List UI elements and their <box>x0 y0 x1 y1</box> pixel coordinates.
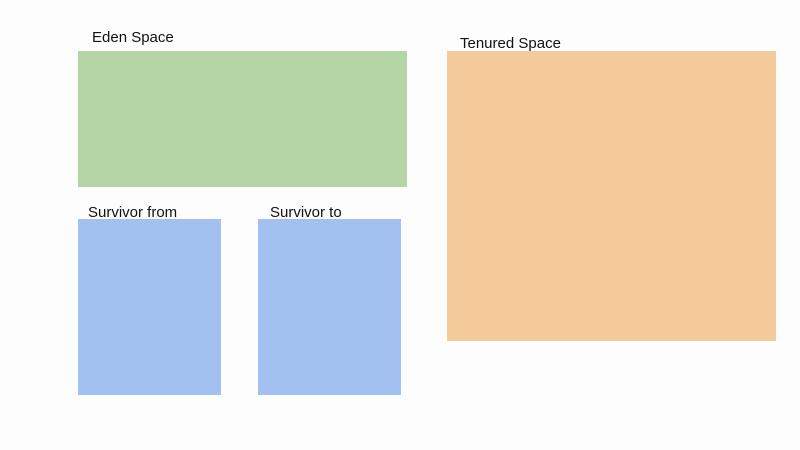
survivor-from-region <box>78 219 221 395</box>
survivor-from-label: Survivor from <box>88 204 178 221</box>
survivor-to-region <box>258 219 401 395</box>
tenured-space-label: Tenured Space <box>460 35 561 52</box>
eden-space-region <box>78 51 407 187</box>
survivor-to-label: Survivor to <box>270 204 342 221</box>
tenured-space-region <box>447 51 776 341</box>
heap-memory-diagram: Eden Space Survivor from Survivor to Ten… <box>0 0 800 450</box>
eden-space-label: Eden Space <box>92 29 174 46</box>
